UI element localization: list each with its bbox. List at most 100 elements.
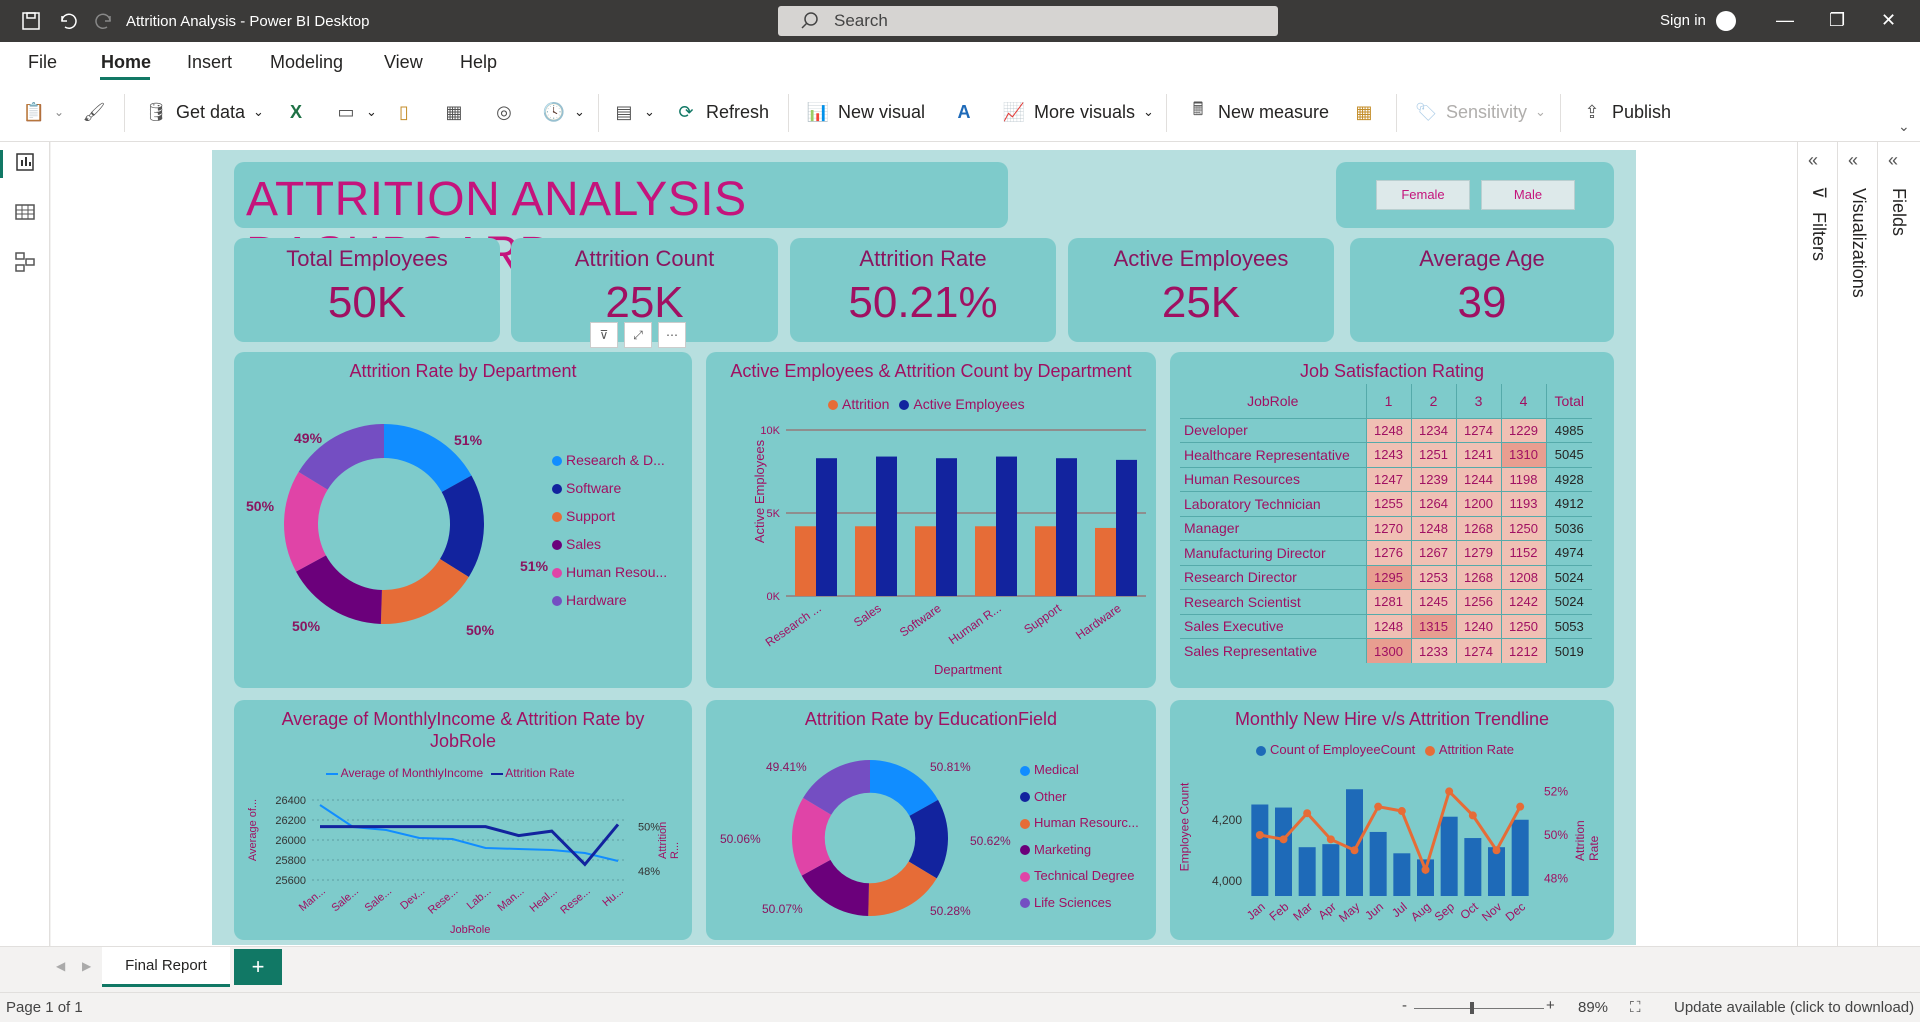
attrition-rate-point[interactable] bbox=[1303, 809, 1312, 818]
transform-data-button[interactable]: ▤ ⌄ bbox=[612, 100, 654, 124]
zoom-slider[interactable] bbox=[1414, 1008, 1544, 1009]
filter-icon[interactable]: ⊽ bbox=[590, 322, 618, 348]
donut-slice[interactable] bbox=[284, 471, 328, 572]
chevron-left-icon[interactable]: « bbox=[1888, 150, 1898, 171]
attrition-rate-point[interactable] bbox=[1350, 846, 1359, 855]
kpi-average-age[interactable]: Average Age 39 bbox=[1350, 238, 1614, 342]
combo-monthly-new-hire-attrition[interactable]: Monthly New Hire v/s Attrition Trendline… bbox=[1170, 700, 1614, 940]
kpi-attrition-rate[interactable]: Attrition Rate 50.21% bbox=[790, 238, 1056, 342]
data-hub-button[interactable]: ▭ ⌄ bbox=[334, 100, 376, 124]
column-header[interactable]: 2 bbox=[1411, 384, 1457, 418]
bar-employee-count[interactable] bbox=[1488, 847, 1505, 896]
sign-in-button[interactable]: Sign in bbox=[1660, 12, 1706, 29]
attrition-rate-point[interactable] bbox=[1468, 811, 1477, 820]
bar-employee-count[interactable] bbox=[1346, 789, 1363, 896]
enter-data-button[interactable]: ▦ bbox=[442, 100, 466, 124]
bar-attrition[interactable] bbox=[975, 526, 996, 596]
table-row[interactable]: Developer 1248 1234 1274 1229 4985 bbox=[1180, 417, 1592, 443]
bar-employee-count[interactable] bbox=[1298, 847, 1316, 896]
fit-to-page-icon[interactable]: ⛶ bbox=[1630, 999, 1641, 1016]
tab-prev-icon[interactable]: ◀ bbox=[56, 959, 65, 973]
attrition-rate-point[interactable] bbox=[1492, 846, 1501, 855]
restore-icon[interactable]: ❐ bbox=[1829, 10, 1845, 31]
menu-modeling[interactable]: Modeling bbox=[270, 52, 343, 73]
dataverse-button[interactable]: ◎ bbox=[492, 100, 516, 124]
search-input[interactable]: Search bbox=[778, 6, 1278, 36]
excel-button[interactable]: X bbox=[284, 100, 308, 124]
menu-view[interactable]: View bbox=[384, 52, 423, 73]
bar-attrition[interactable] bbox=[915, 526, 936, 596]
table-row[interactable]: Healthcare Representative 1243 1251 1241 131… bbox=[1180, 442, 1592, 467]
legend-item[interactable]: Support bbox=[552, 508, 667, 536]
bar-employee-count[interactable] bbox=[1393, 853, 1411, 896]
more-visuals-button[interactable]: 📈 More visuals ⌄ bbox=[1002, 100, 1154, 124]
slicer-female-button[interactable]: Female bbox=[1376, 180, 1470, 210]
zoom-out-button[interactable]: - bbox=[1402, 997, 1407, 1014]
donut-attrition-by-department[interactable]: Attrition Rate by Department 51% 51% 50%… bbox=[234, 352, 692, 688]
legend-item[interactable]: Human Resou... bbox=[552, 564, 667, 592]
donut-slice[interactable] bbox=[296, 555, 382, 624]
bar-employee-count[interactable] bbox=[1440, 816, 1458, 896]
legend-item[interactable]: Technical Degree bbox=[1020, 868, 1139, 895]
bar-active[interactable] bbox=[1056, 458, 1077, 596]
table-row[interactable]: Manufacturing Director 1276 1267 1279 1152 49… bbox=[1180, 540, 1592, 565]
new-visual-button[interactable]: 📊 New visual bbox=[806, 100, 925, 124]
attrition-rate-point[interactable] bbox=[1421, 865, 1430, 874]
bar-employee-count[interactable] bbox=[1275, 807, 1292, 896]
attrition-rate-point[interactable] bbox=[1255, 831, 1264, 839]
save-icon[interactable] bbox=[20, 10, 42, 32]
report-view-icon[interactable] bbox=[13, 150, 37, 174]
column-header[interactable]: Total bbox=[1546, 384, 1592, 418]
bar-active-attrition-by-department[interactable]: Active Employees & Attrition Count by De… bbox=[706, 352, 1156, 688]
menu-help[interactable]: Help bbox=[460, 52, 497, 73]
legend-item[interactable]: Marketing bbox=[1020, 842, 1139, 869]
kpi-total-employees[interactable]: Total Employees 50K bbox=[234, 238, 500, 342]
attrition-rate-point[interactable] bbox=[1326, 835, 1335, 844]
donut-attrition-by-educationfield[interactable]: Attrition Rate by EducationField 50.81% … bbox=[706, 700, 1156, 940]
column-header[interactable]: 3 bbox=[1456, 384, 1502, 418]
menu-insert[interactable]: Insert bbox=[187, 52, 232, 73]
bar-attrition[interactable] bbox=[795, 526, 816, 596]
focus-mode-icon[interactable]: ⤢ bbox=[624, 322, 652, 348]
legend-item[interactable]: Sales bbox=[552, 536, 667, 564]
line-income-attrition-by-jobrole[interactable]: Average of MonthlyIncome & Attrition Rat… bbox=[234, 700, 692, 940]
table-row[interactable]: Sales Representative 1300 1233 1274 1212 5019 bbox=[1180, 638, 1592, 663]
table-row[interactable]: Research Scientist 1281 1245 1256 1242 5024 bbox=[1180, 589, 1592, 614]
attrition-rate-point[interactable] bbox=[1374, 802, 1383, 811]
collapse-ribbon-icon[interactable]: ⌄ bbox=[1898, 118, 1910, 135]
zoom-in-button[interactable]: + bbox=[1546, 997, 1555, 1014]
bar-active[interactable] bbox=[996, 456, 1017, 596]
sql-button[interactable]: ▯ bbox=[392, 100, 416, 124]
chevron-left-icon[interactable]: « bbox=[1808, 150, 1818, 171]
menu-home[interactable]: Home bbox=[101, 52, 151, 73]
tab-final-report[interactable]: Final Report bbox=[102, 947, 230, 987]
table-row[interactable]: Sales Executive 1248 1315 1240 1250 5053 bbox=[1180, 613, 1592, 639]
bar-employee-count[interactable] bbox=[1369, 831, 1387, 896]
bar-active[interactable] bbox=[816, 458, 837, 596]
model-view-icon[interactable] bbox=[13, 250, 37, 274]
table-row[interactable]: Laboratory Technician 1255 1264 1200 1193 491… bbox=[1180, 491, 1592, 516]
attrition-rate-point[interactable] bbox=[1445, 787, 1454, 796]
bar-active[interactable] bbox=[1116, 459, 1137, 596]
fields-pane[interactable]: « Fields bbox=[1877, 142, 1917, 946]
legend-item[interactable]: Life Sciences bbox=[1020, 895, 1139, 922]
minimize-icon[interactable]: — bbox=[1776, 10, 1794, 31]
paste-button[interactable]: 📋 ⌄ bbox=[22, 100, 64, 124]
column-header[interactable]: 1 bbox=[1366, 384, 1412, 418]
table-row[interactable]: Human Resources 1247 1239 1244 1198 4928 bbox=[1180, 466, 1592, 492]
bar-attrition[interactable] bbox=[1095, 527, 1116, 596]
table-row[interactable]: Manager 1270 1248 1268 1250 5036 bbox=[1180, 515, 1592, 541]
get-data-button[interactable]: 🛢 Get data ⌄ bbox=[144, 100, 264, 124]
filters-pane[interactable]: « ⊽ Filters bbox=[1797, 142, 1837, 946]
bar-attrition[interactable] bbox=[1035, 526, 1056, 596]
new-measure-button[interactable]: 🖩 New measure bbox=[1186, 99, 1329, 124]
visualizations-pane[interactable]: « Visualizations bbox=[1837, 142, 1877, 946]
legend-item[interactable]: Human Resourc... bbox=[1020, 815, 1139, 842]
redo-icon[interactable] bbox=[94, 10, 116, 32]
bar-employee-count[interactable] bbox=[1322, 844, 1340, 896]
legend-item[interactable]: Other bbox=[1020, 789, 1139, 816]
donut-slice[interactable] bbox=[439, 475, 484, 577]
legend-item[interactable]: Medical bbox=[1020, 762, 1139, 789]
sensitivity-button[interactable]: 🏷 Sensitivity ⌄ bbox=[1414, 100, 1546, 124]
slicer-male-button[interactable]: Male bbox=[1481, 180, 1575, 210]
